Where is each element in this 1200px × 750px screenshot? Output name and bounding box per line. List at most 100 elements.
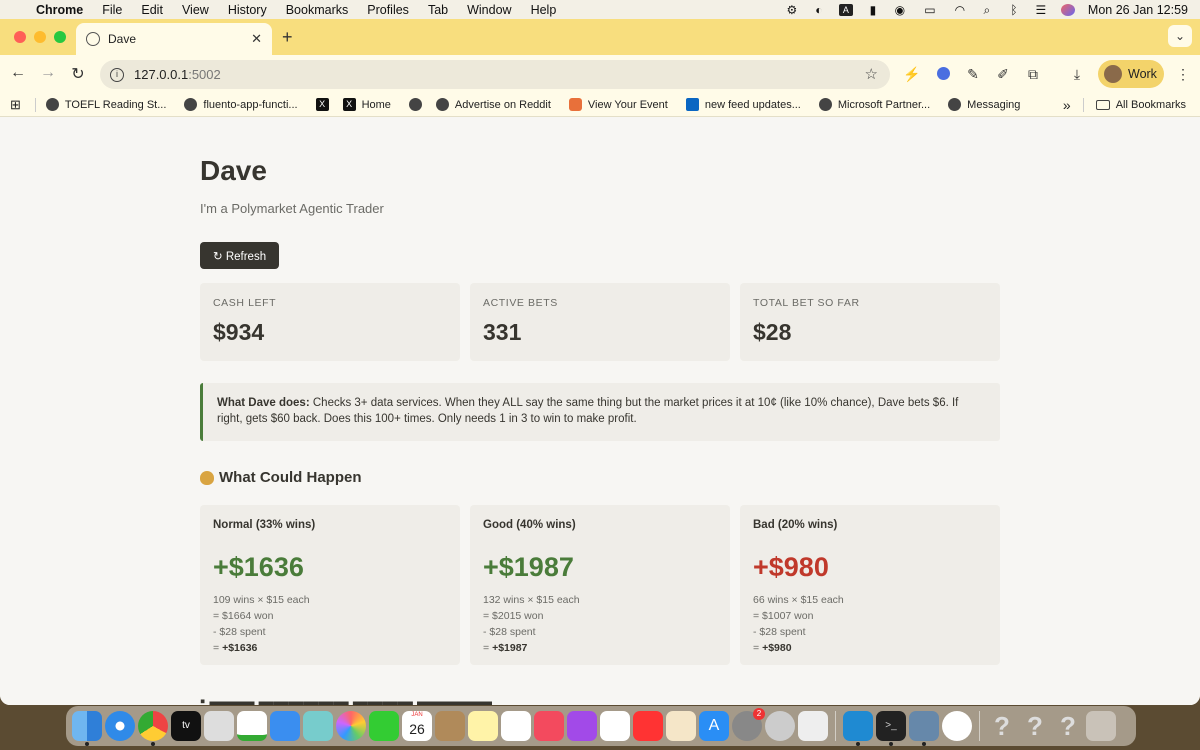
siri-icon[interactable]: [1060, 3, 1075, 16]
menu-app-name[interactable]: Chrome: [36, 3, 83, 17]
total-prefix: =: [213, 642, 223, 654]
bluetooth-icon[interactable]: ᛒ: [1007, 4, 1021, 16]
trash-icon[interactable]: [1086, 711, 1116, 741]
blocked-app-icon[interactable]: [765, 711, 795, 741]
menu-view[interactable]: View: [182, 3, 209, 17]
calendar-icon[interactable]: JAN 26: [402, 711, 432, 741]
freeform-icon[interactable]: [501, 711, 531, 741]
more-menu-icon[interactable]: ⋮: [1174, 65, 1192, 83]
utility-app-icon[interactable]: [798, 711, 828, 741]
tab-dave[interactable]: Dave ✕: [76, 23, 272, 55]
unknown-app-icon[interactable]: ?: [987, 711, 1017, 741]
bookmark-item[interactable]: Advertise on Reddit: [435, 98, 551, 111]
bookmark-item[interactable]: [408, 98, 428, 111]
tab-search-button[interactable]: ⌄: [1168, 25, 1192, 47]
wifi-icon[interactable]: ◠: [953, 4, 967, 16]
bookmark-item[interactable]: Microsoft Partner...: [818, 98, 931, 111]
scenario-result: +$980: [753, 552, 829, 582]
close-window-button[interactable]: [14, 31, 26, 43]
numbers-icon[interactable]: [237, 711, 267, 741]
system-settings-icon[interactable]: 2: [732, 708, 765, 741]
bookmark-status-icon[interactable]: ▮: [866, 4, 880, 16]
calendar-month: JAN: [411, 712, 423, 718]
menu-tab[interactable]: Tab: [428, 3, 448, 17]
close-tab-icon[interactable]: ✕: [251, 31, 262, 47]
user-status-icon[interactable]: ◉: [893, 4, 907, 16]
podcasts-icon[interactable]: [567, 711, 597, 741]
bolt-extension-icon[interactable]: ⚡: [903, 65, 921, 83]
eyedropper-extension-icon[interactable]: ✎: [964, 65, 982, 83]
stat-card-active-bets: ACTIVE BETS 331: [470, 283, 730, 361]
stat-value: $28: [753, 319, 792, 345]
pen-extension-icon[interactable]: ✐: [994, 65, 1012, 83]
spotlight-search-icon[interactable]: ⌕: [980, 4, 994, 16]
bookmark-item[interactable]: X: [315, 98, 335, 111]
app-store-icon[interactable]: A: [699, 711, 729, 741]
download-icon[interactable]: ⤓: [1068, 65, 1086, 83]
bookmark-label: Home: [361, 98, 391, 111]
bookmark-item[interactable]: new feed updates...: [685, 98, 801, 111]
reminders-icon[interactable]: [600, 711, 630, 741]
maps-icon[interactable]: [303, 711, 333, 741]
news-icon[interactable]: [633, 711, 663, 741]
site-info-icon[interactable]: i: [110, 67, 124, 82]
input-source-icon[interactable]: A: [838, 3, 853, 16]
music-icon[interactable]: [534, 711, 564, 741]
photos-icon[interactable]: [336, 711, 366, 741]
notes-icon[interactable]: [468, 711, 498, 741]
finder-icon[interactable]: [72, 711, 102, 746]
menu-profiles[interactable]: Profiles: [367, 3, 409, 17]
forward-arrow-icon[interactable]: →: [38, 64, 58, 82]
bookmark-item[interactable]: X Home: [342, 98, 391, 111]
vpn-status-icon[interactable]: ◐: [812, 4, 826, 16]
chatgpt-icon[interactable]: [942, 711, 972, 741]
launchpad-icon[interactable]: [204, 711, 234, 741]
menu-history[interactable]: History: [228, 3, 267, 17]
mail-icon[interactable]: [270, 711, 300, 741]
minimize-window-button[interactable]: [34, 31, 46, 43]
menu-bookmarks[interactable]: Bookmarks: [286, 3, 349, 17]
battery-icon[interactable]: ▭: [920, 4, 940, 16]
menu-file[interactable]: File: [102, 3, 122, 17]
bookmark-item[interactable]: Messaging: [948, 98, 1020, 111]
zoom-window-button[interactable]: [54, 31, 66, 43]
back-arrow-icon[interactable]: ←: [8, 64, 28, 82]
unknown-app-icon[interactable]: ?: [1053, 711, 1083, 741]
menu-edit[interactable]: Edit: [141, 3, 163, 17]
new-tab-button[interactable]: +: [282, 27, 293, 48]
gear-status-icon[interactable]: ⚙: [785, 4, 799, 16]
facetime-icon[interactable]: [369, 711, 399, 741]
all-bookmarks-link[interactable]: All Bookmarks: [1116, 99, 1186, 111]
apps-grid-icon[interactable]: ⊞: [10, 97, 21, 113]
terminal-icon[interactable]: >_: [876, 711, 906, 746]
bookmark-item[interactable]: View Your Event: [568, 98, 668, 111]
control-center-icon[interactable]: ☰: [1034, 4, 1048, 16]
bookmark-star-icon[interactable]: ☆: [865, 65, 878, 83]
menu-window[interactable]: Window: [467, 3, 511, 17]
profile-button[interactable]: Work: [1098, 60, 1164, 88]
reload-icon[interactable]: ↻: [68, 64, 88, 84]
menu-clock[interactable]: Mon 26 Jan 12:59: [1088, 3, 1188, 17]
bookmark-item[interactable]: fluento-app-functi...: [184, 98, 298, 111]
apple-tv-icon[interactable]: tv: [171, 711, 201, 741]
vscode-icon[interactable]: [843, 711, 873, 746]
address-bar[interactable]: i 127.0.0.1:5002 ☆: [100, 60, 890, 89]
contacts-icon[interactable]: [435, 711, 465, 741]
folder-icon: [1095, 100, 1110, 110]
extensions-puzzle-icon[interactable]: ⧉: [1024, 65, 1042, 83]
blue-circle-extension-icon[interactable]: [934, 65, 952, 83]
preview-icon[interactable]: [909, 711, 939, 746]
breakdown-line: - $28 spent: [483, 626, 536, 638]
scenarios-heading-text: What Could Happen: [219, 469, 362, 486]
pages-icon[interactable]: [666, 711, 696, 741]
unknown-app-icon[interactable]: ?: [1020, 711, 1050, 741]
bookmark-item[interactable]: TOEFL Reading St...: [45, 98, 166, 111]
bookmark-label: Microsoft Partner...: [837, 98, 931, 111]
safari-icon[interactable]: [105, 711, 135, 741]
menu-help[interactable]: Help: [531, 3, 557, 17]
bookmarks-overflow-icon[interactable]: »: [1063, 97, 1071, 113]
chrome-icon[interactable]: [138, 711, 168, 746]
refresh-button[interactable]: ↻ Refresh: [200, 242, 280, 269]
dock: tv JAN 26 A 2 >_ ? ? ?: [66, 706, 1136, 746]
scenarios-heading: What Could Happen: [200, 469, 362, 486]
